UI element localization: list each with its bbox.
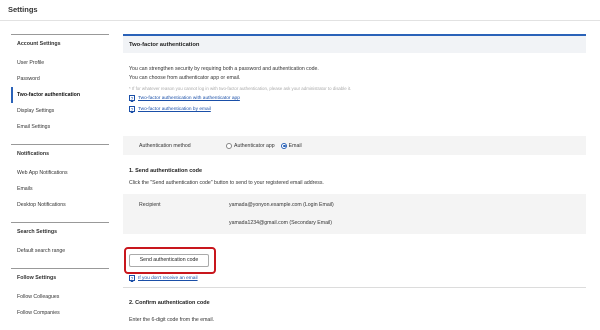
sidebar-item-follow-colleagues[interactable]: Follow Colleagues — [11, 289, 109, 305]
sidebar-item-two-factor[interactable]: Two-factor authentication — [11, 87, 109, 103]
sidebar-group-follow: Follow Settings Follow Colleagues Follow… — [11, 268, 109, 321]
intro-text-line-1: You can strengthen security by requiring… — [129, 66, 319, 72]
no-email-help-label: If you don't receive an email — [138, 275, 198, 281]
help-link-email-label: Two-factor authentication by email — [138, 106, 211, 112]
radio-email[interactable]: Email — [280, 142, 302, 149]
sidebar-heading-search: Search Settings — [11, 222, 109, 243]
highlight-box — [124, 247, 216, 274]
sidebar-item-follow-companies[interactable]: Follow Companies — [11, 305, 109, 321]
step-1-description: Click the "Send authentication code" but… — [129, 180, 324, 186]
sidebar-item-desktop-notifications[interactable]: Desktop Notifications — [11, 197, 109, 213]
sidebar-item-web-app-notifications[interactable]: Web App Notifications — [11, 165, 109, 181]
sidebar-item-user-profile[interactable]: User Profile — [11, 55, 109, 71]
radio-email-label: Email — [288, 142, 302, 149]
radio-checked-icon — [280, 142, 287, 149]
recipient-secondary-email: yamada1234@gmail.com (Secondary Email) — [229, 219, 333, 226]
sidebar-group-account: Account Settings User Profile Password T… — [11, 34, 109, 135]
recipient-login-email: yamada@yonyon.example.com (Login Email) — [229, 201, 334, 208]
top-bar: Settings — [0, 0, 600, 21]
sidebar-group-notifications: Notifications Web App Notifications Emai… — [11, 144, 109, 213]
two-factor-panel: Two-factor authentication You can streng… — [123, 34, 586, 234]
help-icon: ? — [129, 106, 135, 112]
authentication-method-label: Authentication method — [139, 142, 191, 149]
radio-unchecked-icon — [226, 142, 232, 149]
sidebar-item-default-search-range[interactable]: Default search range — [11, 243, 109, 259]
recipient-box: Recipient yamada@yonyon.example.com (Log… — [123, 193, 586, 234]
recipient-label: Recipient — [139, 201, 161, 208]
radio-authenticator-app[interactable]: Authenticator app — [226, 142, 275, 149]
help-icon: ? — [129, 275, 135, 281]
help-link-app-label: Two-factor authentication with authentic… — [138, 95, 240, 101]
page-title: Settings — [8, 5, 38, 14]
help-icon: ? — [129, 95, 135, 101]
sidebar-heading-account: Account Settings — [11, 34, 109, 55]
sidebar-item-emails[interactable]: Emails — [11, 181, 109, 197]
sidebar-heading-follow: Follow Settings — [11, 268, 109, 289]
sidebar-item-password[interactable]: Password — [11, 71, 109, 87]
sidebar-group-search: Search Settings Default search range — [11, 222, 109, 259]
sidebar-item-display[interactable]: Display Settings — [11, 103, 109, 119]
step-2-title: 2. Confirm authentication code — [129, 300, 210, 306]
settings-sidebar: Account Settings User Profile Password T… — [11, 34, 109, 321]
panel-title: Two-factor authentication — [123, 34, 586, 53]
no-email-help-link[interactable]: ? If you don't receive an email — [123, 275, 198, 281]
step-2-description: Enter the 6-digit code from the email. — [129, 317, 215, 323]
divider — [123, 287, 586, 288]
sidebar-heading-notifications: Notifications — [11, 144, 109, 165]
authentication-method-row: Authentication method Authenticator app … — [123, 136, 586, 155]
radio-authenticator-app-label: Authenticator app — [234, 142, 275, 149]
sidebar-item-email-settings[interactable]: Email Settings — [11, 119, 109, 135]
intro-text-line-2: You can choose from authenticator app or… — [129, 74, 241, 81]
